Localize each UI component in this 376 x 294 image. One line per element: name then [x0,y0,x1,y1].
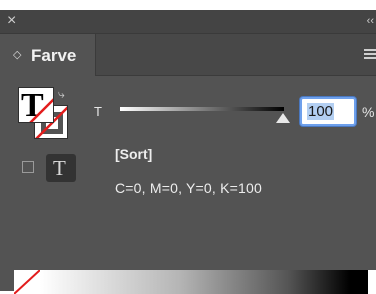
collapse-icon[interactable]: ‹‹ [367,14,374,28]
swatch-cmyk-values: C=0, M=0, Y=0, K=100 [115,180,262,196]
panel-titlebar: × ‹‹ [0,10,376,34]
panel-menu-icon[interactable] [364,49,376,61]
tab-label: Farve [31,46,77,65]
color-panel: × ‹‹ ◇ Farve T ⤷ T T 100 % [Sort] C=0, M… [0,10,376,294]
text-mode-glyph: T [53,156,66,180]
swatch-name: [Sort] [115,146,153,162]
white-swatch[interactable] [368,270,376,294]
tab-farve[interactable]: ◇ Farve [0,34,96,76]
expand-options-icon[interactable]: ◇ [13,48,21,62]
fill-swatch[interactable]: T [18,87,54,123]
formatting-container-checkbox[interactable] [22,161,34,173]
tint-unit: % [362,104,375,120]
none-swatch[interactable] [14,270,40,294]
black-swatch[interactable] [350,270,368,294]
color-spectrum[interactable] [40,270,350,294]
tint-label: T [94,104,102,119]
panel-tabbar: ◇ Farve [0,34,376,76]
swap-fill-stroke-icon[interactable]: ⤷ [58,88,65,100]
fill-stroke-widget: T ⤷ [18,87,72,147]
tint-slider-thumb[interactable] [276,113,290,123]
tint-input[interactable]: 100 [300,97,356,126]
close-icon[interactable]: × [7,13,16,29]
none-icon [14,270,40,294]
color-ramp[interactable] [14,270,376,294]
tint-slider[interactable] [120,104,290,128]
formatting-text-button[interactable]: T [46,154,76,182]
tint-slider-track[interactable] [120,107,284,111]
tint-input-value: 100 [307,103,335,120]
fill-none-icon [29,98,53,122]
